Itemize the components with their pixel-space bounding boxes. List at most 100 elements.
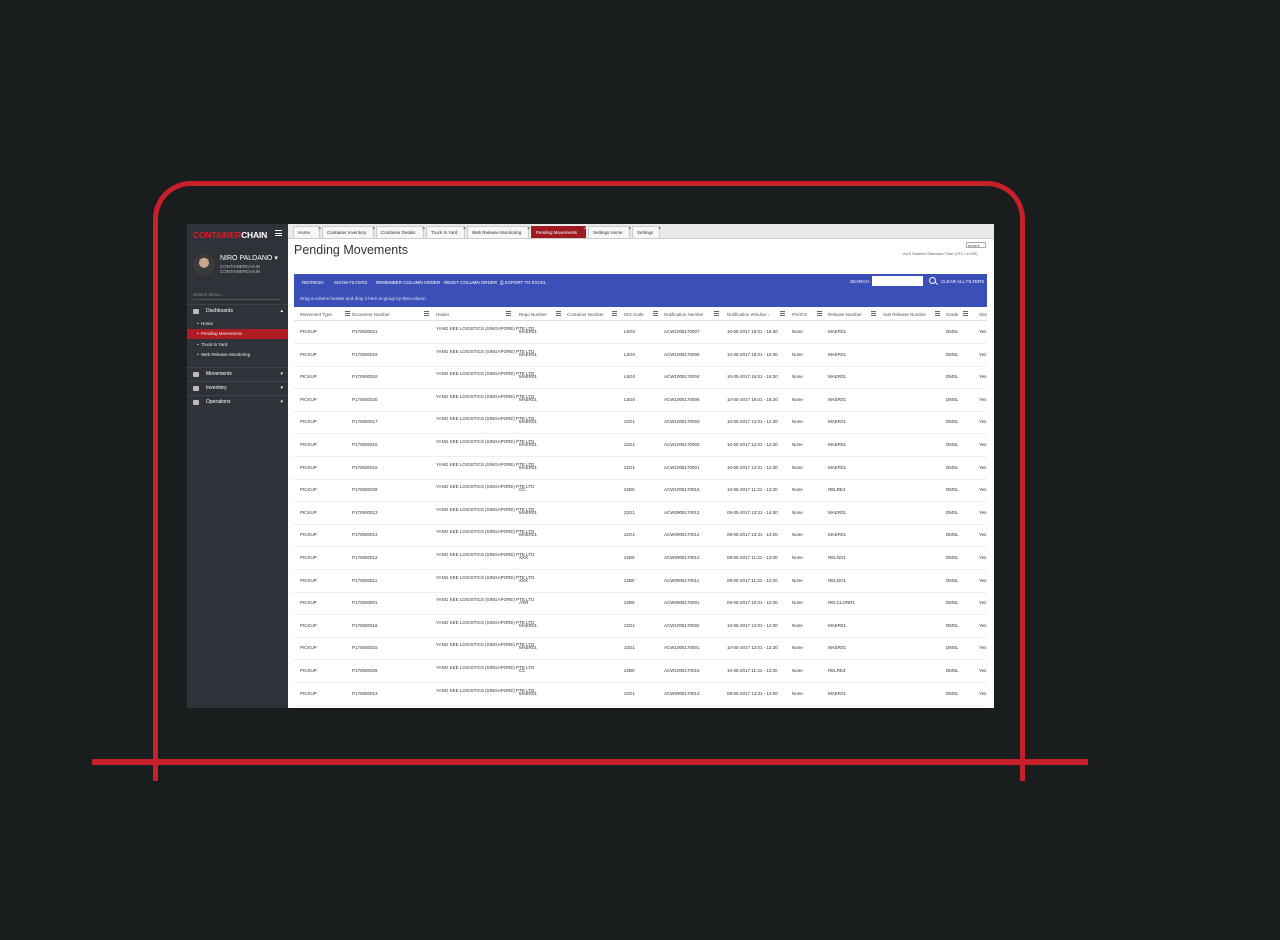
menu-section-movements[interactable]: Movements ▾: [187, 367, 288, 381]
table-row[interactable]: PICKUP P170500014 YANG KEE LOGISTICS (SING…: [294, 524, 987, 548]
table-row[interactable]: PICKUP P170500011 YANG KEE LOGISTICS (SING…: [294, 570, 987, 593]
table-cell: ACW0905170001: [664, 600, 700, 606]
tab-container-inventory[interactable]: Container Inventory ×: [322, 224, 375, 238]
table-row[interactable]: PICKUP P170500013 YANG KEE LOGISTICS (SING…: [294, 502, 987, 525]
table-cell: DMSL: [946, 600, 959, 606]
column-header-container-number[interactable]: Container Number: [567, 309, 604, 320]
column-menu-icon[interactable]: [817, 311, 822, 317]
menu-section-operations[interactable]: Operations ▾: [187, 395, 288, 409]
show-filters-button[interactable]: SHOW FILTERS: [334, 280, 367, 285]
table-cell: ACW1005170002: [664, 622, 700, 628]
table-row[interactable]: PICKUP P170500020 YANG KEE LOGISTICS (SING…: [294, 389, 987, 412]
column-menu-icon[interactable]: [963, 311, 968, 317]
close-icon[interactable]: ×: [658, 224, 661, 235]
clear-all-filters-button[interactable]: CLEAR ALL FILTERS: [941, 279, 984, 284]
search-input[interactable]: [872, 276, 923, 286]
tab-home[interactable]: Home ×: [293, 224, 321, 238]
close-icon[interactable]: ×: [584, 224, 587, 235]
table-cell: ACW0905170013: [664, 690, 700, 696]
export-to-excel-button[interactable]: ⎙ EXPORT TO EXCEL: [500, 280, 547, 285]
tab-web-release-monitoring[interactable]: Web Release Monitoring ×: [467, 224, 530, 238]
table-row[interactable]: PICKUP P170500013 YANG KEE LOGISTICS (SING…: [294, 683, 987, 706]
column-menu-icon[interactable]: [424, 311, 429, 317]
table-row[interactable]: PICKUP P170500018 YANG KEE LOGISTICS (SING…: [294, 366, 987, 390]
table-row[interactable]: PICKUP P170500012 YANG KEE LOGISTICS (SING…: [294, 547, 987, 570]
column-header-document-number[interactable]: Document Number: [352, 309, 390, 320]
column-header-grade[interactable]: Grade: [946, 309, 959, 320]
column-menu-icon[interactable]: [780, 311, 785, 317]
tab-container-details[interactable]: Container Details ×: [376, 224, 425, 238]
chevron-up-icon: ▴: [280, 308, 283, 314]
column-menu-icon[interactable]: [556, 311, 561, 317]
table-row[interactable]: PICKUP P170500019 YANG KEE LOGISTICS (SING…: [294, 344, 987, 367]
column-header-notification-window[interactable]: Notification Window ↓: [727, 309, 770, 320]
sidebar-item-pending-movements[interactable]: • Pending Movements: [187, 329, 288, 339]
table-row[interactable]: PICKUP P170500015 YANG KEE LOGISTICS (SING…: [294, 637, 987, 661]
search-menu-input[interactable]: Search Menu...: [193, 291, 281, 300]
menu-section-inventory[interactable]: Inventory ▾: [187, 381, 288, 395]
table-cell: PICKUP: [300, 351, 317, 357]
table-cell: 22G1: [624, 509, 636, 515]
column-menu-icon[interactable]: [935, 311, 940, 317]
tab-settings-home[interactable]: Settings Home ×: [588, 224, 631, 238]
column-menu-icon[interactable]: [714, 311, 719, 317]
table-cell: PICKUP: [300, 396, 317, 402]
column-menu-icon[interactable]: [871, 311, 876, 317]
table-cell: Yes: [979, 487, 987, 493]
column-menu-icon[interactable]: [653, 311, 658, 317]
column-header-release-number[interactable]: Release Number: [828, 309, 862, 320]
menu-section-dashboards[interactable]: Dashboards ▴: [187, 304, 288, 318]
column-header-rego-number[interactable]: Rego Number: [519, 309, 547, 320]
column-menu-icon[interactable]: [612, 311, 617, 317]
table-cell: P170500021: [352, 329, 378, 334]
tab-pending-movements[interactable]: Pending Movements ×: [531, 224, 587, 238]
avatar[interactable]: [193, 254, 215, 276]
table-row[interactable]: PICKUP P170500016 YANG KEE LOGISTICS (SING…: [294, 434, 987, 457]
user-name[interactable]: NIRO PALDANO ▾: [220, 254, 278, 262]
table-row[interactable]: PICKUP P170500021 YANG KEE LOGISTICS (SING…: [294, 321, 987, 344]
column-header-pg-ics[interactable]: PG/ICS: [792, 309, 807, 320]
column-header-sub-release-number[interactable]: Sub Release Number: [883, 309, 926, 320]
close-icon[interactable]: ×: [422, 224, 425, 235]
table-cell: ACW1005170015: [664, 487, 700, 493]
close-icon[interactable]: ×: [628, 224, 631, 235]
close-icon[interactable]: ×: [463, 224, 466, 235]
column-menu-icon[interactable]: [506, 311, 511, 317]
close-icon[interactable]: ×: [318, 224, 321, 235]
column-header-hauler[interactable]: Hauler: [436, 309, 449, 320]
column-header-slot[interactable]: Slot: [979, 309, 987, 320]
hamburger-menu-icon[interactable]: [275, 230, 282, 238]
table-cell: L5G0: [624, 374, 636, 380]
table-row[interactable]: PICKUP P170500029 YANG KEE LOGISTICS (SING…: [294, 479, 987, 503]
app-logo[interactable]: CONTAINERCHAIN: [193, 230, 267, 240]
table-cell: ACW1005170006: [664, 396, 700, 402]
tab-settings[interactable]: Settings ×: [632, 224, 661, 238]
locale-select[interactable]: en-us ▾: [966, 242, 986, 248]
table-cell: PICKUP: [300, 622, 317, 628]
refresh-button[interactable]: REFRESH: [302, 280, 324, 285]
column-header-movement-type[interactable]: Movement Type: [300, 309, 332, 320]
column-header-iso-code[interactable]: ISO Code: [624, 309, 644, 320]
close-icon[interactable]: ×: [372, 224, 375, 235]
table-row[interactable]: PICKUP P170500029 YANG KEE LOGISTICS (SING…: [294, 660, 987, 683]
reset-column-order-button[interactable]: RESET COLUMN ORDER: [444, 280, 497, 285]
table-cell: DMSL: [946, 532, 959, 538]
table-row[interactable]: PICKUP P170500001 YANG KEE LOGISTICS (SING…: [294, 592, 987, 616]
table-row[interactable]: PICKUP P170500015 YANG KEE LOGISTICS (SING…: [294, 457, 987, 480]
sidebar-item-home[interactable]: • Home: [187, 319, 288, 329]
table-cell: None: [792, 509, 803, 515]
tab-truck-in-yard[interactable]: Truck In Yard ×: [426, 224, 466, 238]
close-icon[interactable]: ×: [527, 224, 530, 235]
search-icon[interactable]: [929, 277, 936, 284]
sidebar-item-truck-in-yard[interactable]: • Truck In Yard: [187, 340, 288, 350]
table-cell: MAER01: [519, 690, 538, 696]
sidebar-item-web-release-monitoring[interactable]: • Web Release Monitoring: [187, 350, 288, 360]
column-menu-icon[interactable]: [345, 311, 350, 317]
table-cell: None: [792, 396, 803, 402]
remember-column-order-button[interactable]: REMEMBER COLUMN ORDER: [376, 280, 440, 285]
table-cell: P170500011: [352, 577, 378, 583]
column-header-notification-number[interactable]: Notification Number: [664, 309, 704, 320]
table-row[interactable]: PICKUP P170500016 YANG KEE LOGISTICS (SING…: [294, 615, 987, 638]
table-cell: DMSL: [946, 442, 959, 447]
table-row[interactable]: PICKUP P170500017 YANG KEE LOGISTICS (SING…: [294, 411, 987, 435]
